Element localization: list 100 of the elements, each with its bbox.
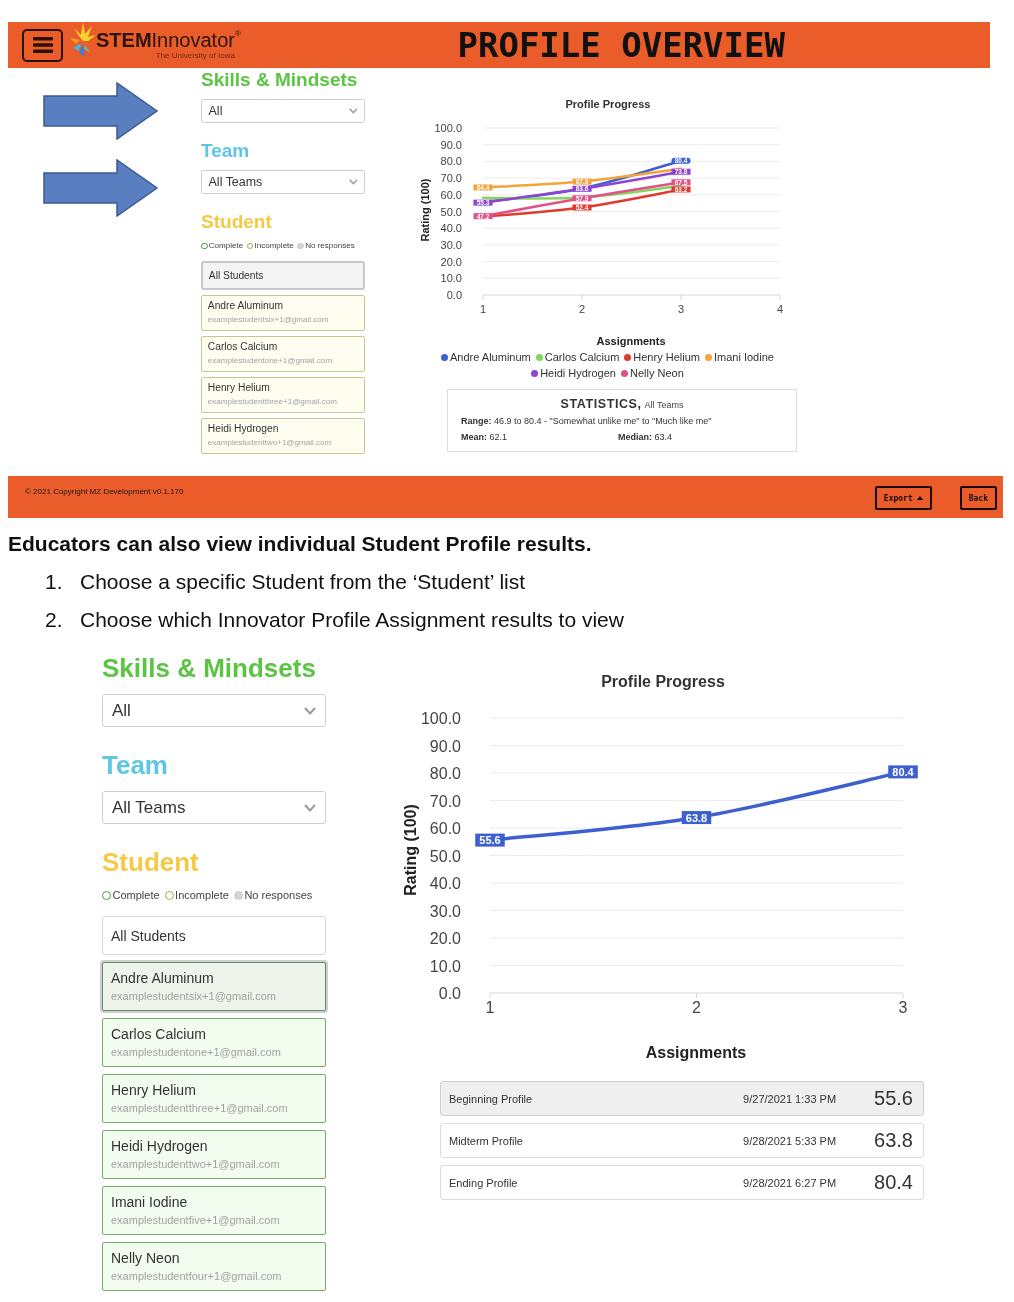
axis-tick-label: 60.0	[440, 188, 462, 201]
stats-text: Median: 63.4	[617, 431, 673, 444]
axis-tick-label: 90.0	[440, 138, 462, 151]
assignment-name: Ending Profile	[449, 1176, 518, 1189]
data-label: 55.6	[475, 833, 505, 847]
axis-tick-label: 1	[479, 303, 486, 315]
data-label: 63.8	[681, 811, 712, 825]
student-email: examplestudentfour+1@gmail.com	[111, 1269, 282, 1284]
axis-tick-label: 10.0	[440, 272, 462, 285]
legend-label: Complete	[112, 888, 160, 902]
section-heading: Student	[102, 846, 199, 878]
student-name: Imani Iodine	[111, 1193, 188, 1212]
axis-tick-label: 3	[677, 303, 684, 315]
stats-text: Range: 46.9 to 80.4 - "Somewhat unlike me" to "Much like me"	[460, 415, 712, 428]
step-text: Choose which Innovator Profile Assignment results to view	[80, 608, 624, 632]
assignment-date: 9/27/2021 1:33 PM	[743, 1092, 837, 1105]
ring-icon	[201, 242, 208, 250]
data-label: 63.8	[685, 811, 708, 824]
student-list-item[interactable]: Andre Aluminum examplestudentsix+1@gmail.com	[102, 962, 326, 1011]
axis-tick-label: 20.0	[440, 255, 462, 268]
axis-tick-label: 4	[776, 303, 783, 315]
menu-icon	[32, 37, 53, 53]
axis-title: Assignments	[645, 1044, 747, 1061]
assignment-date: 9/28/2021 5:33 PM	[743, 1134, 837, 1147]
dropdown-select[interactable]: All	[102, 694, 326, 727]
chevron-down-icon	[304, 803, 316, 812]
axis-tick-label: 10.0	[429, 957, 461, 975]
section-heading: Team	[201, 138, 250, 163]
menu-button[interactable]	[22, 28, 63, 62]
page-title: PROFILE OVERVIEW	[457, 24, 785, 67]
axis-tick-label: 70.0	[429, 792, 461, 810]
right-arrow-icon	[43, 159, 159, 217]
dot-icon	[233, 890, 243, 900]
legend-label[interactable]: Nelly Neon	[629, 365, 684, 381]
student-list-item[interactable]: Henry Helium examplestudentthree+1@gmail.com	[102, 1074, 326, 1123]
student-email: examplestudentsix+1@gmail.com	[207, 313, 329, 326]
assignment-score: 80.4	[874, 1171, 913, 1194]
student-email: examplestudenttwo+1@gmail.com	[207, 436, 332, 449]
section-heading: Team	[102, 749, 168, 781]
student-list-item[interactable]: Carlos Calcium examplestudentone+1@gmail.com	[201, 335, 365, 372]
caret-up-icon	[916, 496, 923, 500]
student-name: Heidi Hydrogen	[111, 1137, 208, 1156]
student-name: Andre Aluminum	[111, 969, 214, 988]
data-label: 80.4	[892, 765, 915, 778]
student-list-item[interactable]: Heidi Hydrogen examplestudenttwo+1@gmail.com	[201, 417, 365, 454]
legend-label[interactable]: Carlos Calcium	[544, 349, 620, 365]
student-list-item[interactable]: Heidi Hydrogen examplestudenttwo+1@gmail.com	[102, 1130, 326, 1179]
axis-tick-label: 80.0	[429, 765, 461, 782]
axis-tick-label: 40.0	[440, 222, 462, 235]
axis-tick-label: 90.0	[429, 737, 461, 755]
assignment-name: Beginning Profile	[449, 1092, 533, 1105]
copyright-text: © 2021 Copyright MZ Development v0.1.170	[25, 487, 184, 496]
footer-button[interactable]: Back	[959, 486, 997, 510]
dropdown-select[interactable]: All	[201, 98, 365, 123]
logo-wordmark: STEMInnovator$^{®}$	[96, 29, 241, 51]
student-list-item[interactable]: Andre Aluminum examplestudentsix+1@gmail.com	[201, 294, 365, 331]
axis-tick-label: 20.0	[429, 930, 461, 947]
axis-title: Rating (100)	[418, 178, 431, 242]
section-heading: Student	[201, 209, 272, 234]
legend-label[interactable]: Henry Helium	[633, 349, 700, 365]
axis-tick-label: 2	[692, 999, 701, 1016]
student-name: Nelly Neon	[111, 1249, 180, 1268]
step-number: 1.	[45, 570, 64, 594]
legend-label: Complete	[208, 240, 244, 251]
assignment-row[interactable]: Ending Profile 9/28/2021 6:27 PM 80.4	[440, 1165, 924, 1200]
dropdown-select[interactable]: All Teams	[201, 169, 365, 194]
list-item[interactable]: All Students	[201, 261, 365, 290]
student-list-item[interactable]: Henry Helium examplestudentthree+1@gmail.com	[201, 376, 365, 413]
axis-tick-label: 60.0	[429, 820, 461, 837]
legend-label[interactable]: Imani Iodine	[713, 349, 774, 365]
assignment-row[interactable]: Midterm Profile 9/28/2021 5:33 PM 63.8	[440, 1123, 924, 1158]
axis-title: Rating (100)	[401, 804, 419, 896]
legend-label[interactable]: Heidi Hydrogen	[540, 365, 616, 381]
axis-tick-label: 30.0	[440, 238, 462, 251]
logo-tagline: The University of Iowa	[155, 51, 235, 61]
student-name: Henry Helium	[111, 1081, 196, 1100]
list-item[interactable]: All Students	[102, 916, 326, 955]
section-heading: Skills & Mindsets	[201, 68, 358, 92]
chevron-down-icon	[304, 706, 316, 715]
data-label: 80.4	[888, 765, 918, 779]
student-name: Carlos Calcium	[111, 1025, 206, 1044]
assignment-row[interactable]: Beginning Profile 9/27/2021 1:33 PM 55.6	[440, 1081, 924, 1116]
legend-label: No responses	[305, 240, 355, 251]
student-list-item[interactable]: Nelly Neon examplestudentfour+1@gmail.com	[102, 1242, 326, 1291]
instructions-heading: Educators can also view individual Student Profile results.	[8, 532, 592, 556]
student-name: Andre Aluminum	[207, 299, 283, 314]
student-list-item[interactable]: Imani Iodine examplestudentfive+1@gmail.com	[102, 1186, 326, 1235]
legend-label[interactable]: Andre Aluminum	[450, 349, 531, 365]
right-arrow-icon	[43, 82, 159, 140]
axis-tick-label: 2	[578, 303, 585, 315]
assignment-date: 9/28/2021 6:27 PM	[743, 1176, 837, 1189]
student-name: Henry Helium	[207, 381, 270, 396]
dropdown-button[interactable]: Export	[874, 486, 932, 510]
axis-tick-label: 0.0	[446, 289, 462, 301]
assignment-score: 55.6	[874, 1087, 913, 1110]
axis-tick-label: 40.0	[429, 875, 461, 892]
dropdown-select[interactable]: All Teams	[102, 791, 326, 824]
student-email: examplestudentfive+1@gmail.com	[111, 1213, 280, 1228]
axis-tick-label: 0.0	[438, 985, 461, 1002]
student-list-item[interactable]: Carlos Calcium examplestudentone+1@gmail.com	[102, 1018, 326, 1067]
